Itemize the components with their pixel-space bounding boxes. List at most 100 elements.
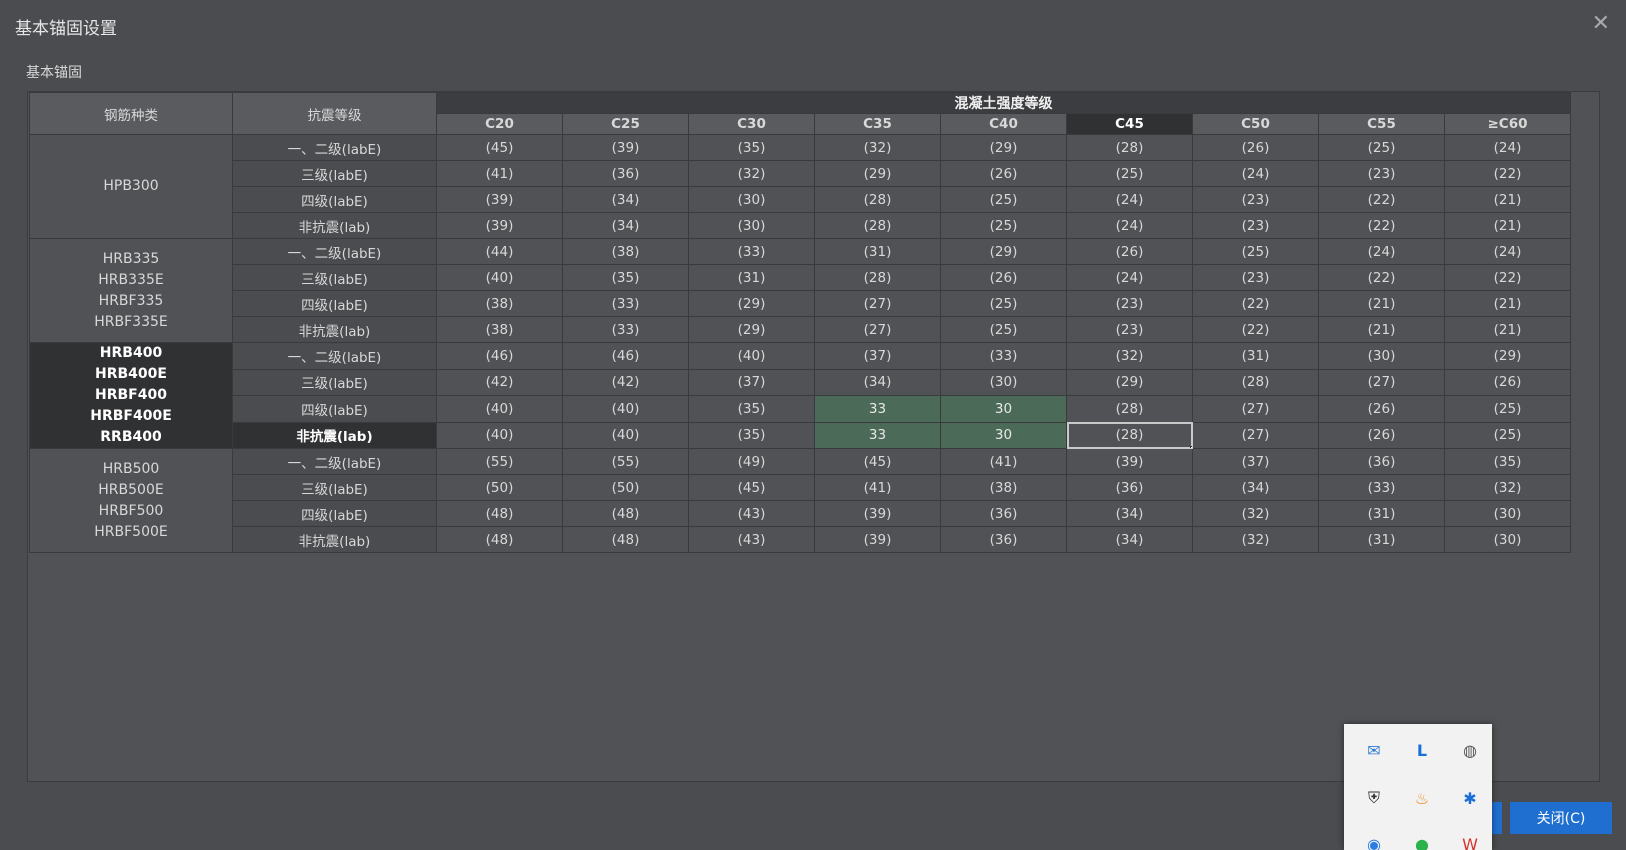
anchorage-value-cell[interactable]: (48) bbox=[436, 526, 563, 553]
anchorage-value-cell[interactable]: (25) bbox=[940, 212, 1067, 239]
anchorage-value-cell[interactable]: 30 bbox=[940, 395, 1067, 423]
anchorage-value-cell[interactable]: (36) bbox=[562, 160, 689, 187]
anchorage-value-cell[interactable]: (25) bbox=[1318, 134, 1445, 161]
anchorage-value-cell[interactable]: (36) bbox=[940, 500, 1067, 527]
seismic-level-cell[interactable]: 四级(labE) bbox=[232, 186, 437, 213]
anchorage-value-cell[interactable]: (34) bbox=[562, 186, 689, 213]
anchorage-value-cell[interactable]: (24) bbox=[1444, 238, 1571, 265]
anchorage-value-cell[interactable]: (41) bbox=[940, 448, 1067, 475]
anchorage-value-cell[interactable]: (25) bbox=[1192, 238, 1319, 265]
anchorage-value-cell[interactable]: (29) bbox=[940, 238, 1067, 265]
anchorage-value-cell[interactable]: (36) bbox=[940, 526, 1067, 553]
anchorage-value-cell[interactable]: (45) bbox=[436, 134, 563, 161]
anchorage-value-cell[interactable]: (34) bbox=[1066, 500, 1193, 527]
chrome-icon[interactable]: ◉ bbox=[1362, 832, 1386, 850]
anchorage-value-cell[interactable]: (38) bbox=[436, 316, 563, 343]
anchorage-value-cell[interactable]: (36) bbox=[1318, 448, 1445, 475]
anchorage-value-cell[interactable]: (22) bbox=[1444, 264, 1571, 291]
anchorage-value-cell[interactable]: (30) bbox=[940, 368, 1067, 396]
anchorage-value-cell[interactable]: (24) bbox=[1318, 238, 1445, 265]
anchorage-value-cell[interactable]: (23) bbox=[1066, 290, 1193, 317]
anchorage-value-cell[interactable]: (39) bbox=[562, 134, 689, 161]
anchorage-value-cell[interactable]: (24) bbox=[1066, 186, 1193, 213]
anchorage-value-cell[interactable]: (28) bbox=[1066, 395, 1193, 423]
rebar-type-cell[interactable]: HPB300 bbox=[29, 134, 233, 239]
seismic-level-cell[interactable]: 非抗震(lab) bbox=[232, 421, 437, 449]
rebar-type-cell[interactable]: HRB400 HRB400E HRBF400 HRBF400E RRB400 bbox=[29, 342, 233, 449]
anchorage-value-cell[interactable]: (21) bbox=[1318, 290, 1445, 317]
anchorage-value-cell[interactable]: (30) bbox=[1444, 500, 1571, 527]
anchorage-value-cell[interactable]: (23) bbox=[1066, 316, 1193, 343]
anchorage-value-cell[interactable]: (25) bbox=[940, 186, 1067, 213]
anchorage-value-cell[interactable]: (31) bbox=[688, 264, 815, 291]
anchorage-value-cell[interactable]: (22) bbox=[1192, 290, 1319, 317]
anchorage-value-cell[interactable]: (40) bbox=[436, 421, 563, 449]
seismic-level-cell[interactable]: 一、二级(labE) bbox=[232, 134, 437, 161]
anchorage-value-cell[interactable]: (35) bbox=[688, 395, 815, 423]
anchorage-value-cell[interactable]: (37) bbox=[1192, 448, 1319, 475]
anchorage-value-cell[interactable]: (44) bbox=[436, 238, 563, 265]
anchorage-value-cell[interactable]: (40) bbox=[688, 342, 815, 370]
anchorage-value-cell[interactable]: (41) bbox=[814, 474, 941, 501]
anchorage-value-cell[interactable]: (21) bbox=[1444, 212, 1571, 239]
anchorage-value-cell[interactable]: 33 bbox=[814, 395, 941, 423]
anchorage-value-cell[interactable]: (27) bbox=[1318, 368, 1445, 396]
anchorage-value-cell[interactable]: (27) bbox=[1192, 421, 1319, 449]
anchorage-value-cell[interactable]: (30) bbox=[688, 186, 815, 213]
anchorage-value-cell[interactable]: (40) bbox=[562, 421, 689, 449]
anchorage-value-cell[interactable]: (31) bbox=[814, 238, 941, 265]
security-shield-icon[interactable]: ⛨ bbox=[1362, 786, 1386, 810]
anchorage-value-cell[interactable]: (48) bbox=[562, 500, 689, 527]
anchorage-value-cell[interactable]: (49) bbox=[688, 448, 815, 475]
anchorage-value-cell[interactable]: (48) bbox=[562, 526, 689, 553]
anchorage-value-cell[interactable]: (33) bbox=[940, 342, 1067, 370]
seismic-level-cell[interactable]: 四级(labE) bbox=[232, 290, 437, 317]
anchorage-value-cell[interactable]: (55) bbox=[436, 448, 563, 475]
anchorage-value-cell[interactable]: (35) bbox=[688, 421, 815, 449]
anchorage-value-cell[interactable]: (26) bbox=[940, 160, 1067, 187]
anchorage-value-cell[interactable]: (32) bbox=[1444, 474, 1571, 501]
anchorage-value-cell[interactable]: (42) bbox=[562, 368, 689, 396]
anchorage-value-cell[interactable]: (34) bbox=[1066, 526, 1193, 553]
anchorage-value-cell[interactable]: (28) bbox=[814, 264, 941, 291]
anchorage-value-cell[interactable]: (32) bbox=[1066, 342, 1193, 370]
anchorage-value-cell[interactable]: (40) bbox=[436, 264, 563, 291]
rebar-type-cell[interactable]: HRB500 HRB500E HRBF500 HRBF500E bbox=[29, 448, 233, 553]
anchorage-value-cell[interactable]: (38) bbox=[436, 290, 563, 317]
anchorage-value-cell[interactable]: (39) bbox=[436, 186, 563, 213]
globe-icon[interactable]: ◍ bbox=[1458, 738, 1482, 762]
anchorage-value-cell[interactable]: (22) bbox=[1318, 264, 1445, 291]
anchorage-value-cell[interactable]: (24) bbox=[1066, 212, 1193, 239]
wps-icon[interactable]: W bbox=[1458, 832, 1482, 850]
anchorage-value-cell[interactable]: (22) bbox=[1318, 212, 1445, 239]
anchorage-value-cell[interactable]: (21) bbox=[1318, 316, 1445, 343]
anchorage-value-cell[interactable]: (32) bbox=[688, 160, 815, 187]
anchorage-value-cell[interactable]: (29) bbox=[940, 134, 1067, 161]
seismic-level-cell[interactable]: 非抗震(lab) bbox=[232, 316, 437, 343]
anchorage-value-cell[interactable]: (23) bbox=[1318, 160, 1445, 187]
anchorage-value-cell[interactable]: (27) bbox=[1192, 395, 1319, 423]
anchorage-value-cell[interactable]: (37) bbox=[688, 368, 815, 396]
anchorage-value-cell[interactable]: (29) bbox=[814, 160, 941, 187]
anchorage-value-cell[interactable]: (34) bbox=[562, 212, 689, 239]
close-icon[interactable]: ✕ bbox=[1592, 10, 1610, 38]
fire-icon[interactable]: ♨ bbox=[1410, 786, 1434, 810]
anchorage-value-cell[interactable]: (38) bbox=[562, 238, 689, 265]
anchorage-value-cell[interactable]: (28) bbox=[1066, 134, 1193, 161]
anchorage-value-cell[interactable]: (26) bbox=[1192, 134, 1319, 161]
anchorage-value-cell[interactable]: (22) bbox=[1444, 160, 1571, 187]
fill-handle[interactable] bbox=[1190, 446, 1192, 448]
anchorage-value-cell[interactable]: (38) bbox=[940, 474, 1067, 501]
anchorage-value-cell[interactable]: (24) bbox=[1066, 264, 1193, 291]
anchorage-value-cell[interactable]: (32) bbox=[1192, 500, 1319, 527]
anchorage-value-cell[interactable]: (23) bbox=[1192, 186, 1319, 213]
anchorage-value-cell[interactable]: (28) bbox=[814, 186, 941, 213]
anchorage-value-cell[interactable]: (23) bbox=[1192, 264, 1319, 291]
anchorage-value-cell[interactable]: (43) bbox=[688, 500, 815, 527]
anchorage-value-cell[interactable]: (28) bbox=[1066, 421, 1193, 449]
anchorage-value-cell[interactable]: (30) bbox=[1444, 526, 1571, 553]
seismic-level-cell[interactable]: 三级(labE) bbox=[232, 474, 437, 501]
anchorage-value-cell[interactable]: (55) bbox=[562, 448, 689, 475]
close-button[interactable]: 关闭(C) bbox=[1510, 802, 1612, 834]
anchorage-value-cell[interactable]: (37) bbox=[814, 342, 941, 370]
